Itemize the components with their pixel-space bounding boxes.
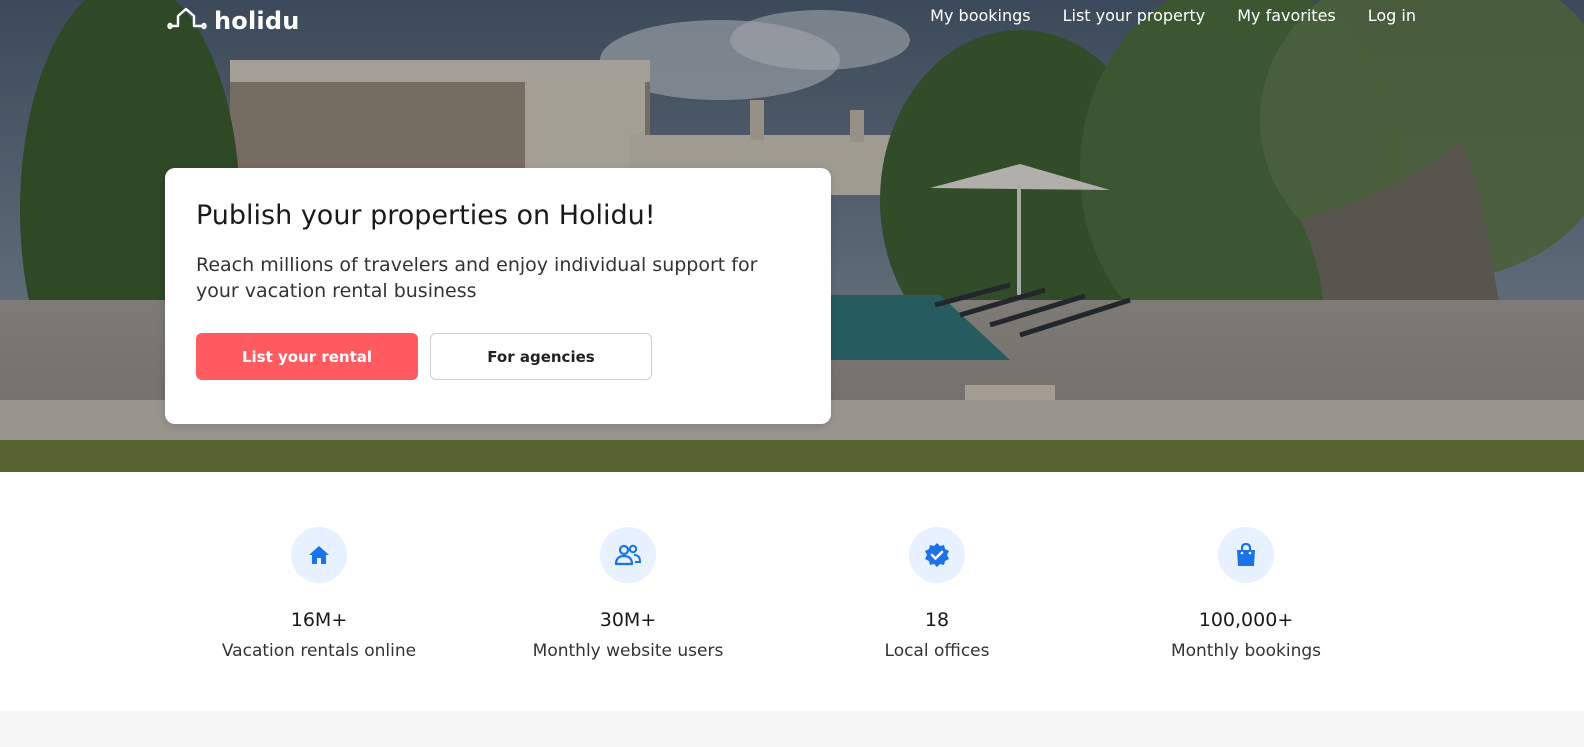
home-icon <box>291 527 347 583</box>
holidu-house-icon <box>166 4 208 37</box>
stat-label: Local offices <box>884 641 990 661</box>
holidu-logo[interactable]: holidu <box>166 4 300 37</box>
stat-value: 30M+ <box>599 609 657 631</box>
stat-monthly-bookings: 100,000+ Monthly bookings <box>1116 527 1376 661</box>
stat-local-offices: 18 Local offices <box>807 527 1067 661</box>
stat-label: Monthly website users <box>532 641 724 661</box>
for-agencies-button[interactable]: For agencies <box>430 333 652 380</box>
list-your-rental-button[interactable]: List your rental <box>196 333 418 380</box>
verified-badge-icon <box>909 527 965 583</box>
brand-name: holidu <box>214 6 300 35</box>
stat-value: 16M+ <box>290 609 348 631</box>
nav-list-your-property[interactable]: List your property <box>1063 6 1206 25</box>
publish-card: Publish your properties on Holidu! Reach… <box>165 168 831 424</box>
nav-log-in[interactable]: Log in <box>1368 6 1416 25</box>
stat-value: 100,000+ <box>1198 609 1294 631</box>
next-section-band <box>0 711 1584 747</box>
stats-section: 16M+ Vacation rentals online 30M+ Monthl… <box>0 472 1584 711</box>
hero-section: holidu My bookings List your property My… <box>0 0 1584 472</box>
stat-vacation-rentals: 16M+ Vacation rentals online <box>189 527 449 661</box>
top-navigation: holidu My bookings List your property My… <box>0 0 1584 40</box>
stat-label: Monthly bookings <box>1170 641 1322 661</box>
stat-label: Vacation rentals online <box>221 641 417 661</box>
hero-subtitle: Reach millions of travelers and enjoy in… <box>196 254 758 302</box>
stat-value: 18 <box>924 609 950 631</box>
nav-links: My bookings List your property My favori… <box>930 6 1416 25</box>
nav-my-favorites[interactable]: My favorites <box>1237 6 1336 25</box>
stat-website-users: 30M+ Monthly website users <box>498 527 758 661</box>
hero-title: Publish your properties on Holidu! <box>196 200 656 231</box>
shopping-bag-icon <box>1218 527 1274 583</box>
users-icon <box>600 527 656 583</box>
nav-my-bookings[interactable]: My bookings <box>930 6 1030 25</box>
